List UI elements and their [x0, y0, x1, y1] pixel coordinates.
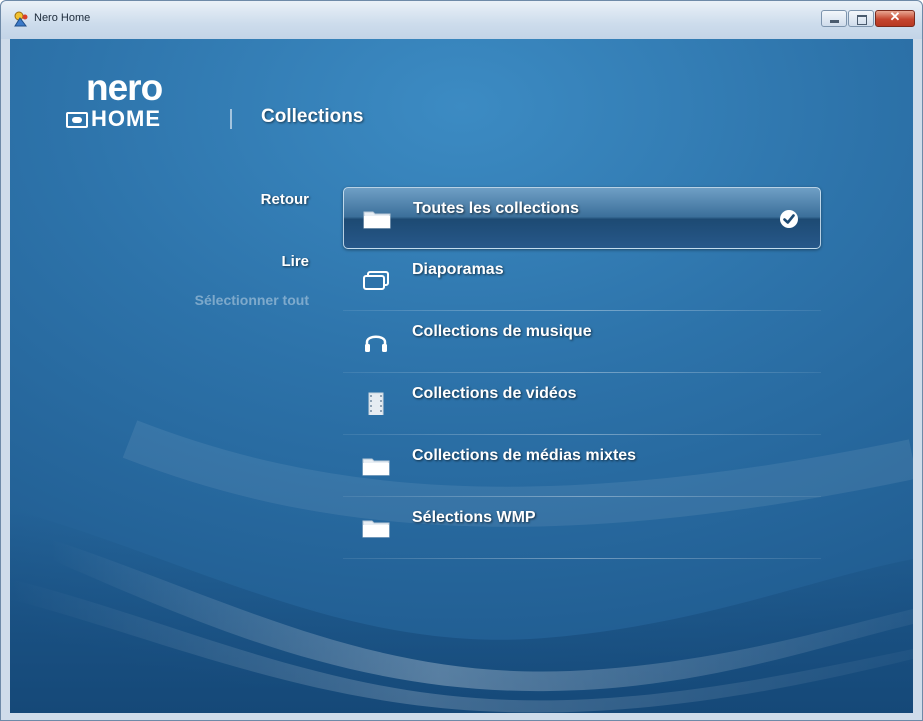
list-item-toutes-les-collections[interactable]: Toutes les collections [343, 187, 821, 249]
list-item-collections-de-musique[interactable]: Collections de musique [343, 311, 821, 373]
tv-icon [66, 112, 88, 128]
checkmark-icon [780, 210, 798, 228]
app-window: Nero Home ✕ nero HOME Collections Retour… [0, 0, 923, 721]
divider [343, 558, 821, 559]
minimize-button[interactable] [821, 10, 847, 27]
list-item-collections-de-medias-mixtes[interactable]: Collections de médias mixtes [343, 435, 821, 497]
folder-icon [363, 211, 391, 229]
window-controls: ✕ [821, 9, 915, 28]
list-item-label: Collections de médias mixtes [412, 447, 637, 464]
list-item-diaporamas[interactable]: Diaporamas [343, 249, 821, 311]
nero-app-icon [14, 11, 28, 27]
list-item-label: Collections de vidéos [412, 385, 577, 402]
window-title: Nero Home [34, 12, 91, 24]
play-action[interactable]: Lire [281, 253, 309, 270]
nero-home-logo: nero HOME [58, 69, 208, 139]
main-content: nero HOME Collections Retour Lire Sélect… [10, 39, 913, 713]
logo-nero-text: nero [86, 67, 163, 108]
maximize-button[interactable] [848, 10, 874, 27]
film-icon [368, 392, 384, 415]
folder-icon [362, 520, 390, 538]
folder-icon [362, 458, 390, 476]
list-item-label: Sélections WMP [412, 509, 536, 526]
page-title: Collections [261, 106, 364, 127]
list-item-selections-wmp[interactable]: Sélections WMP [343, 497, 821, 559]
title-separator [230, 109, 232, 129]
minimize-icon [830, 20, 839, 23]
close-button[interactable]: ✕ [875, 9, 915, 27]
list-item-label: Diaporamas [412, 261, 504, 278]
list-item-collections-de-videos[interactable]: Collections de vidéos [343, 373, 821, 435]
maximize-icon [857, 15, 867, 25]
headphones-icon [365, 335, 387, 352]
slideshow-icon [363, 271, 389, 290]
list-item-label: Collections de musique [412, 323, 592, 340]
select-all-action: Sélectionner tout [194, 292, 309, 308]
list-item-label: Toutes les collections [413, 200, 579, 217]
back-action[interactable]: Retour [261, 191, 309, 208]
title-bar[interactable]: Nero Home ✕ [1, 1, 922, 39]
close-icon: ✕ [889, 9, 901, 24]
logo-home-text: HOME [91, 106, 161, 131]
